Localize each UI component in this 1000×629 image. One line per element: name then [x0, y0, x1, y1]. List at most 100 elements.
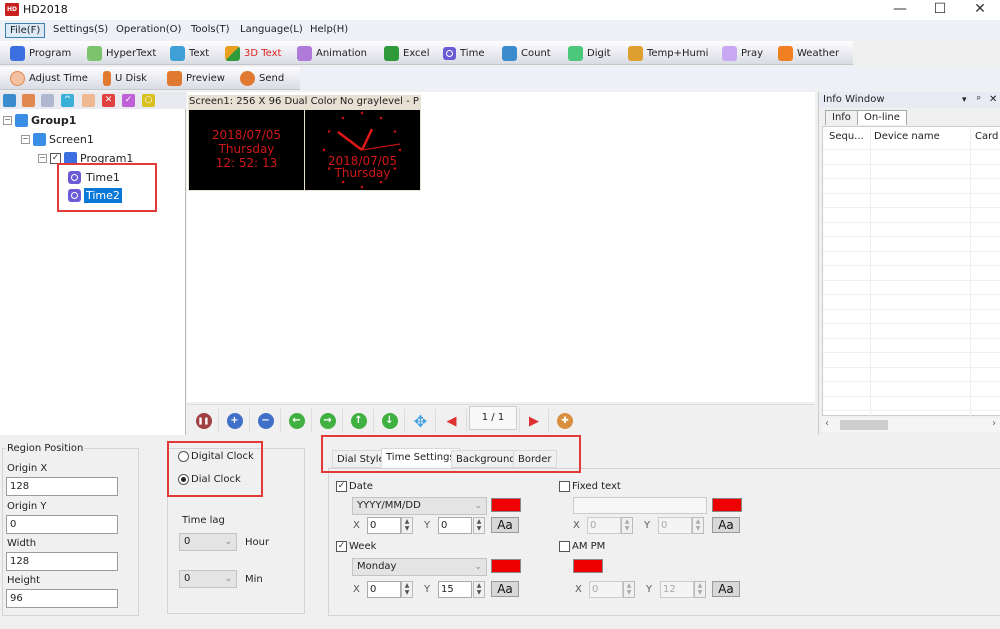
weather-button[interactable]: Weather — [778, 43, 839, 63]
date-checkbox[interactable]: ✓ Date — [336, 481, 373, 492]
hour-select[interactable]: 0 ⌄ — [179, 533, 237, 551]
am-pm-y-spinner[interactable]: ▲ ▼ — [694, 581, 706, 598]
stop-button[interactable]: ✚ — [550, 409, 580, 433]
week-checkbox[interactable]: ✓ Week — [336, 541, 376, 552]
collapse-icon[interactable]: − — [21, 135, 30, 144]
move-down-button[interactable]: ↓ — [375, 409, 405, 433]
menu-settings[interactable]: Settings(S) — [49, 23, 112, 38]
min-select[interactable]: 0 ⌄ — [179, 570, 237, 588]
am-pm-font-button[interactable]: Aa — [712, 581, 740, 597]
am-pm-color-swatch[interactable] — [573, 559, 603, 573]
program-button[interactable]: Program — [10, 43, 71, 63]
date-x-spinner[interactable]: ▲ ▼ — [401, 517, 413, 534]
date-y-input[interactable]: 0 — [438, 517, 472, 534]
am-pm-x-input[interactable]: 0 — [589, 581, 623, 598]
maximize-button[interactable]: ☐ — [920, 0, 960, 20]
am-pm-x-spinner[interactable]: ▲ ▼ — [623, 581, 635, 598]
menu-file[interactable]: File(F) — [5, 23, 46, 38]
dropdown-icon[interactable]: ▾ — [962, 92, 967, 108]
close-button[interactable]: ✕ — [960, 0, 1000, 20]
hypertext-button[interactable]: HyperText — [87, 43, 156, 63]
height-input[interactable]: 96 — [6, 589, 118, 608]
fixed-text-y-spinner[interactable]: ▲ ▼ — [692, 517, 704, 534]
device-grid[interactable]: Sequ... Device name Card — [822, 126, 1000, 417]
tab-info[interactable]: Info — [825, 110, 858, 125]
pray-button[interactable]: Pray — [722, 43, 763, 63]
scrollbar-thumb[interactable] — [840, 420, 888, 430]
move-down-icon[interactable] — [82, 94, 95, 107]
scroll-right-icon[interactable]: › — [992, 418, 996, 429]
collapse-icon[interactable]: − — [3, 116, 12, 125]
fixed-text-input[interactable] — [573, 497, 707, 514]
menu-tools[interactable]: Tools(T) — [187, 23, 234, 38]
move-up-icon[interactable]: ^ — [61, 94, 74, 107]
fixed-text-font-button[interactable]: Aa — [712, 517, 740, 533]
horizontal-scrollbar[interactable]: ‹ › — [822, 418, 1000, 432]
temp-humi-button[interactable]: Temp+Humi — [628, 43, 708, 63]
3d-text-button[interactable]: 3D Text — [225, 43, 281, 63]
adjust-time-button[interactable]: Adjust Time — [10, 68, 88, 88]
count-button[interactable]: Count — [502, 43, 551, 63]
fixed-text-checkbox[interactable]: Fixed text — [559, 481, 621, 492]
minimize-button[interactable]: — — [880, 0, 920, 20]
date-format-select[interactable]: YYYY/MM/DD ⌄ — [352, 497, 487, 515]
column-header-sequence[interactable]: Sequ... — [829, 131, 864, 142]
animation-button[interactable]: Animation — [297, 43, 367, 63]
digit-button[interactable]: Digit — [568, 43, 611, 63]
width-input[interactable]: 128 — [6, 552, 118, 571]
u-disk-button[interactable]: U Disk — [103, 68, 147, 88]
fixed-text-y-input[interactable]: 0 — [658, 517, 692, 534]
week-color-swatch[interactable] — [491, 559, 521, 573]
am-pm-y-input[interactable]: 12 — [660, 581, 694, 598]
week-format-select[interactable]: Monday ⌄ — [352, 558, 487, 576]
week-y-spinner[interactable]: ▲ ▼ — [473, 581, 485, 598]
tree-node-screen[interactable]: − Screen1 — [21, 133, 94, 146]
search-icon[interactable]: ○ — [142, 94, 155, 107]
date-x-input[interactable]: 0 — [367, 517, 401, 534]
menu-help[interactable]: Help(H) — [306, 23, 352, 38]
send-button[interactable]: Send — [240, 68, 284, 88]
time-button[interactable]: Time — [443, 43, 484, 63]
fixed-text-x-spinner[interactable]: ▲ ▼ — [621, 517, 633, 534]
move-right-button[interactable]: → — [313, 409, 343, 433]
zoom-out-button[interactable]: − — [251, 409, 281, 433]
delete-icon[interactable]: ✕ — [102, 94, 115, 107]
preview-button[interactable]: Preview — [167, 68, 225, 88]
collapse-icon[interactable]: − — [38, 154, 47, 163]
add-screen-icon[interactable] — [3, 94, 16, 107]
week-x-input[interactable]: 0 — [367, 581, 401, 598]
menu-language[interactable]: Language(L) — [236, 23, 307, 38]
text-button[interactable]: Text — [170, 43, 209, 63]
move-up-button[interactable]: ↑ — [344, 409, 374, 433]
next-page-button[interactable]: ▶ — [519, 409, 549, 433]
pin-icon[interactable]: ᵖ — [977, 92, 981, 108]
week-y-input[interactable]: 15 — [438, 581, 472, 598]
scroll-left-icon[interactable]: ‹ — [825, 418, 829, 429]
fixed-text-x-input[interactable]: 0 — [587, 517, 621, 534]
pause-button[interactable]: ❚❚ — [189, 409, 219, 433]
menu-operation[interactable]: Operation(O) — [112, 23, 185, 38]
am-pm-checkbox[interactable]: AM PM — [559, 541, 605, 552]
paste-icon[interactable] — [41, 94, 54, 107]
time2-region[interactable]: 2018/07/05 Thursday — [305, 110, 420, 190]
date-font-button[interactable]: Aa — [491, 517, 519, 533]
tree-node-group[interactable]: − Group1 — [3, 114, 76, 127]
date-color-swatch[interactable] — [491, 498, 521, 512]
time1-region[interactable]: 2018/07/05 Thursday 12: 52: 13 — [189, 110, 304, 190]
move-left-button[interactable]: ← — [282, 409, 312, 433]
column-header-device-name[interactable]: Device name — [874, 131, 940, 142]
date-y-spinner[interactable]: ▲ ▼ — [473, 517, 485, 534]
close-panel-icon[interactable]: ✕ — [989, 92, 997, 108]
origin-y-input[interactable]: 0 — [6, 515, 118, 534]
column-header-card[interactable]: Card — [975, 131, 998, 142]
tab-online[interactable]: On-line — [857, 110, 907, 125]
week-x-spinner[interactable]: ▲ ▼ — [401, 581, 413, 598]
check-icon[interactable]: ✓ — [122, 94, 135, 107]
excel-button[interactable]: Excel — [384, 43, 430, 63]
copy-icon[interactable] — [22, 94, 35, 107]
move-button[interactable]: ✥ — [406, 409, 436, 433]
zoom-in-button[interactable]: + — [220, 409, 250, 433]
origin-x-input[interactable]: 128 — [6, 477, 118, 496]
prev-page-button[interactable]: ◀ — [437, 409, 467, 433]
week-font-button[interactable]: Aa — [491, 581, 519, 597]
